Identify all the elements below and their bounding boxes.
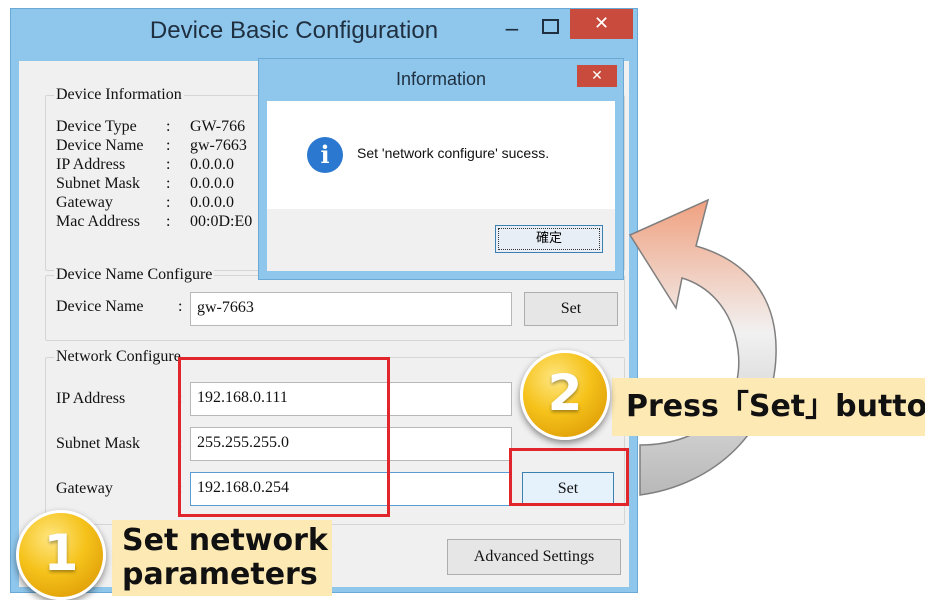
device-name-configure-legend: Device Name Configure <box>54 266 215 284</box>
device-type-label: Device Type <box>56 118 137 135</box>
subnet-mask-info-label: Subnet Mask <box>56 175 140 192</box>
subnet-mask-info-value: 0.0.0.0 <box>190 175 234 192</box>
dialog-close-button[interactable]: ✕ <box>577 65 617 87</box>
network-configure-legend: Network Configure <box>54 348 183 366</box>
dialog-ok-button[interactable]: 確定 <box>495 225 603 253</box>
ip-address-info-label: IP Address <box>56 156 126 173</box>
gateway-info-label: Gateway <box>56 194 113 211</box>
set-button-highlight <box>509 448 629 506</box>
mac-address-info-sep: : <box>166 213 171 230</box>
device-type-sep: : <box>166 118 171 135</box>
dialog-message: Set 'network configure' sucess. <box>357 145 550 161</box>
device-name-set-button[interactable]: Set <box>524 292 618 326</box>
dialog-body: i Set 'network configure' sucess. 確定 <box>267 101 615 271</box>
subnet-mask-info-sep: : <box>166 175 171 192</box>
gateway-label: Gateway <box>56 480 113 497</box>
advanced-settings-button[interactable]: Advanced Settings <box>447 539 621 575</box>
step1-text-line1: Set network <box>122 523 328 558</box>
ip-address-info-value: 0.0.0.0 <box>190 156 234 173</box>
dialog-footer: 確定 <box>267 209 615 271</box>
device-name-info-label: Device Name <box>56 137 144 154</box>
network-fields-highlight <box>178 357 390 517</box>
step1-callout: Set network parameters <box>112 520 332 596</box>
information-dialog: Information ✕ i Set 'network configure' … <box>258 58 624 280</box>
maximize-button[interactable] <box>539 15 561 37</box>
curved-arrow-icon <box>628 198 777 496</box>
device-type-value: GW-766 <box>190 118 246 135</box>
mac-address-info-label: Mac Address <box>56 213 140 230</box>
minimize-button[interactable]: − <box>501 19 523 41</box>
device-information-legend: Device Information <box>54 86 184 104</box>
close-button[interactable]: ✕ <box>570 9 633 39</box>
gateway-info-sep: : <box>166 194 171 211</box>
device-name-info-value: gw-7663 <box>190 137 247 154</box>
step1-badge: 1 <box>16 510 106 600</box>
device-name-info-sep: : <box>166 137 171 154</box>
step2-text: Press「Set」button <box>626 389 925 424</box>
subnet-mask-label: Subnet Mask <box>56 435 140 452</box>
device-name-configure-group: Device Name Configure Device Name : gw-7… <box>45 266 625 341</box>
ip-address-info-sep: : <box>166 156 171 173</box>
dialog-title: Information <box>395 69 487 89</box>
step2-callout: Press「Set」button <box>612 378 925 436</box>
maximize-icon <box>541 19 559 34</box>
gateway-info-value: 0.0.0.0 <box>190 194 234 211</box>
info-icon: i <box>307 137 343 173</box>
mac-address-info-value: 00:0D:E0 <box>190 213 253 230</box>
ip-address-label: IP Address <box>56 390 126 407</box>
step2-badge: 2 <box>520 350 610 440</box>
device-name-input[interactable]: gw-7663 <box>190 292 512 326</box>
step1-text-line2: parameters <box>122 557 318 592</box>
device-name-sep: : <box>178 298 183 315</box>
device-name-label: Device Name <box>56 298 144 315</box>
